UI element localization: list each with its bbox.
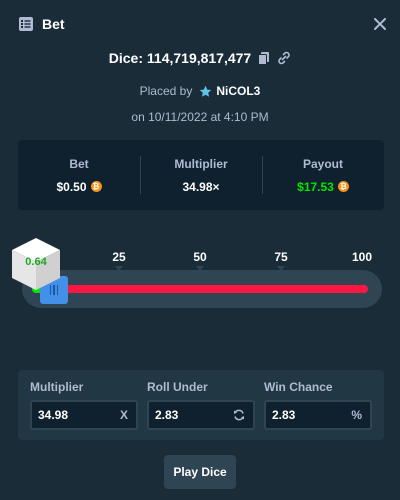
bitcoin-icon: ₿ bbox=[337, 181, 349, 192]
modal-title: Bet bbox=[42, 16, 65, 32]
tick-label: 25 bbox=[112, 250, 126, 264]
result-value: 0.64 bbox=[25, 256, 47, 268]
roll-under-input[interactable]: 2.83 bbox=[147, 400, 255, 430]
multiplier-input[interactable]: 34.98 X bbox=[30, 400, 138, 430]
win-chance-field-group: Win Chance 2.83 % bbox=[264, 378, 372, 432]
dice-slider: 25 50 75 100 0.64 bbox=[0, 222, 400, 332]
close-icon bbox=[374, 18, 386, 30]
play-dice-button[interactable]: Play Dice bbox=[164, 455, 236, 489]
roll-under-field-label: Roll Under bbox=[147, 380, 208, 394]
tick-label: 100 bbox=[351, 250, 373, 264]
dice-settings-panel: Multiplier 34.98 X Roll Under 2.83 Win C… bbox=[18, 370, 384, 440]
modal-header: Bet bbox=[0, 0, 400, 48]
refresh-icon[interactable] bbox=[233, 409, 245, 421]
slider-track[interactable] bbox=[32, 285, 368, 293]
close-button[interactable] bbox=[370, 14, 390, 34]
tick-label: 75 bbox=[274, 250, 288, 264]
bet-slip-icon bbox=[18, 16, 34, 32]
link-icon[interactable] bbox=[277, 51, 291, 65]
roll-under-field-group: Roll Under 2.83 bbox=[147, 378, 255, 432]
star-badge-icon bbox=[199, 85, 212, 98]
payout-label: Payout bbox=[302, 156, 343, 171]
bitcoin-icon: ₿ bbox=[90, 181, 102, 192]
stat-bet: Bet $0.50 ₿ bbox=[18, 140, 140, 210]
bet-label: Bet bbox=[69, 156, 89, 171]
placed-by-line: Placed by NiCOL3 bbox=[0, 84, 400, 98]
multiplier-label: Multiplier bbox=[174, 156, 228, 171]
multiplier-field-label: Multiplier bbox=[30, 380, 84, 394]
result-dice-icon: 0.64 bbox=[10, 236, 62, 292]
win-chance-field-label: Win Chance bbox=[264, 380, 333, 394]
win-chance-input[interactable]: 2.83 % bbox=[264, 400, 372, 430]
copy-icon[interactable] bbox=[257, 51, 271, 65]
dice-id: Dice: 114,719,817,477 bbox=[108, 50, 252, 66]
placed-by-label: Placed by bbox=[139, 84, 193, 98]
win-chance-input-value: 2.83 bbox=[272, 408, 296, 422]
dice-id-line: Dice: 114,719,817,477 bbox=[0, 50, 400, 66]
multiplier-field-group: Multiplier 34.98 X bbox=[30, 378, 138, 432]
bet-stats-panel: Bet $0.50 ₿ Multiplier 34.98× Payout $17… bbox=[18, 140, 384, 210]
bet-value: $0.50 bbox=[56, 179, 87, 194]
username-link[interactable]: NiCOL3 bbox=[216, 84, 260, 98]
win-chance-suffix: % bbox=[351, 408, 362, 422]
roll-under-input-value: 2.83 bbox=[155, 408, 179, 422]
stat-payout: Payout $17.53 ₿ bbox=[262, 140, 384, 210]
stat-multiplier: Multiplier 34.98× bbox=[140, 140, 262, 210]
payout-value: $17.53 bbox=[297, 179, 334, 194]
multiplier-suffix: X bbox=[119, 408, 128, 422]
multiplier-input-value: 34.98 bbox=[38, 408, 69, 422]
multiplier-value: 34.98× bbox=[182, 179, 220, 194]
bet-date: on 10/11/2022 at 4:10 PM bbox=[131, 110, 269, 124]
tick-label: 50 bbox=[193, 250, 207, 264]
